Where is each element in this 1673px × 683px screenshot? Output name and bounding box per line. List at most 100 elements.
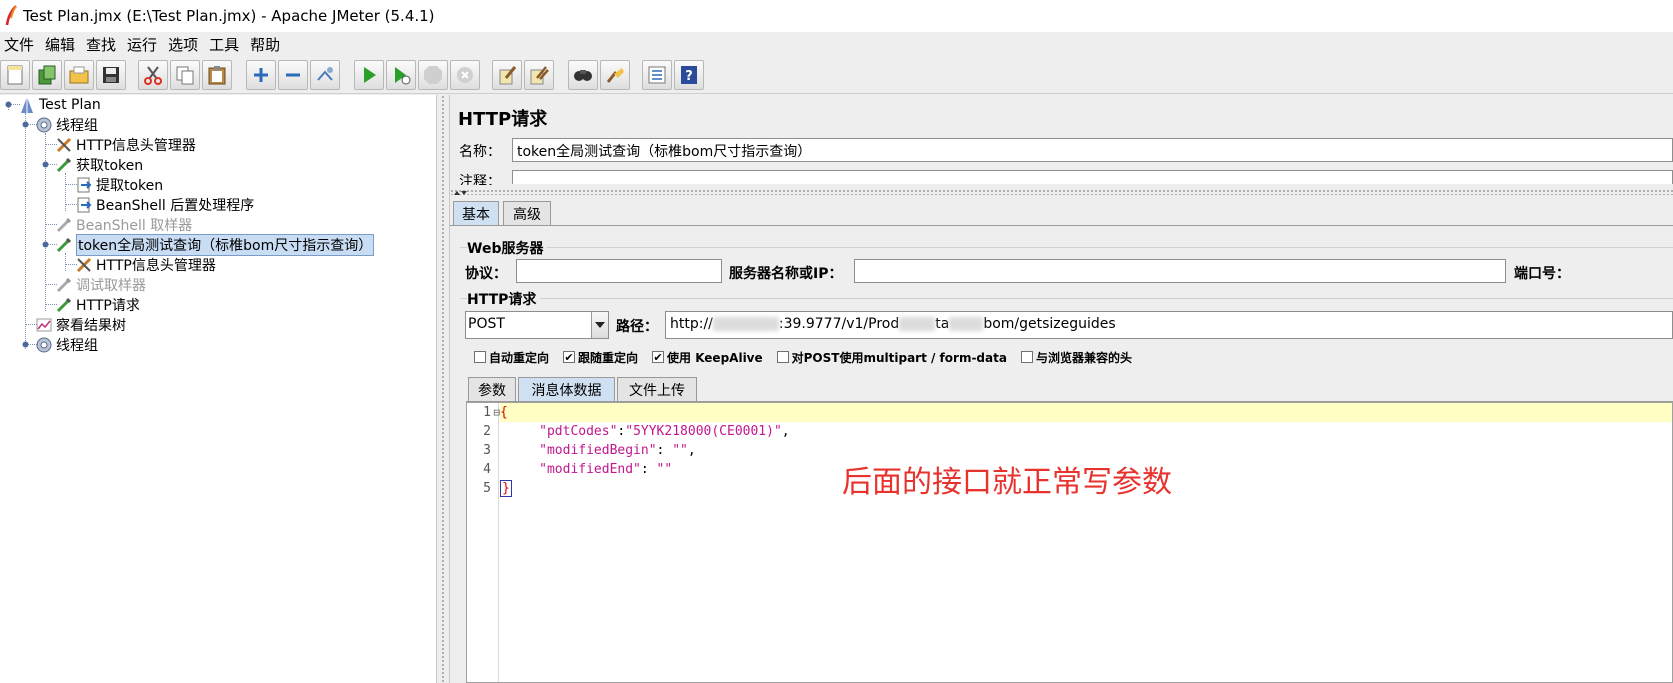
tab-body-data[interactable]: 消息体数据 <box>518 377 615 401</box>
tree-item-view-results-tree[interactable]: 察看结果树 <box>35 315 126 335</box>
method-select[interactable]: POST <box>465 311 609 339</box>
expand-toggle-icon[interactable] <box>41 160 50 169</box>
tree-item-header-manager-2[interactable]: HTTP信息头管理器 <box>75 255 216 275</box>
code-line: } <box>500 480 512 497</box>
tree-item-token-global-query[interactable]: token全局测试查询（标椎bom尺寸指示查询） <box>55 234 375 256</box>
menu-edit[interactable]: 编辑 <box>41 34 82 55</box>
clear-all-button[interactable] <box>524 60 554 90</box>
browser-headers-checkbox[interactable]: 与浏览器兼容的头 <box>1020 349 1132 366</box>
post-processor-icon <box>75 196 93 214</box>
gear-icon <box>35 336 53 354</box>
tree-item-beanshell-sampler[interactable]: BeanShell 取样器 <box>55 215 192 235</box>
sampler-pipette-icon <box>55 276 73 294</box>
function-helper-button[interactable] <box>642 60 672 90</box>
search-icon <box>574 70 592 81</box>
sampler-pipette-icon <box>55 236 73 254</box>
protocol-input[interactable] <box>516 259 722 283</box>
start-button[interactable] <box>354 60 384 90</box>
sampler-pipette-icon <box>55 216 73 234</box>
menu-tools[interactable]: 工具 <box>205 34 246 55</box>
collapse-toggle-icon[interactable] <box>21 340 30 349</box>
start-no-pause-icon <box>395 67 411 85</box>
clear-button[interactable] <box>492 60 522 90</box>
cut-icon <box>144 66 162 85</box>
collapse-arrows-icon[interactable] <box>453 189 467 197</box>
keepalive-checkbox[interactable]: ✔ 使用 KeepAlive <box>652 349 763 366</box>
help-button[interactable]: ? <box>674 60 704 90</box>
chevron-down-icon[interactable] <box>591 312 608 338</box>
search-button[interactable] <box>568 60 598 90</box>
expand-toggle-icon[interactable] <box>41 240 50 249</box>
tree-item-http-request[interactable]: HTTP请求 <box>55 295 140 315</box>
checkbox-checked[interactable]: ✔ <box>652 351 665 363</box>
new-button[interactable] <box>0 60 30 90</box>
templates-button[interactable] <box>32 60 62 90</box>
checkbox-box[interactable] <box>474 351 486 363</box>
new-icon <box>7 65 23 85</box>
code-line: { <box>500 405 508 420</box>
test-plan-icon <box>18 96 36 114</box>
tree-item-get-token[interactable]: 获取token <box>55 155 143 175</box>
start-no-pause-button[interactable] <box>386 60 416 90</box>
tree-item-thread-group[interactable]: 线程组 <box>35 115 98 135</box>
tab-parameters[interactable]: 参数 <box>468 377 516 401</box>
tree-item-header-manager[interactable]: HTTP信息头管理器 <box>55 135 196 155</box>
tab-files-upload[interactable]: 文件上传 <box>617 377 697 401</box>
web-server-group-title: Web服务器 <box>467 238 548 258</box>
menu-file[interactable]: 文件 <box>0 34 41 55</box>
tree-item-beanshell-post-processor[interactable]: BeanShell 后置处理程序 <box>75 195 254 215</box>
open-button[interactable] <box>64 60 94 90</box>
tree-item-test-plan[interactable]: Test Plan <box>18 95 101 115</box>
test-plan-tree: Test Plan 线程组 HTTP信息头管理器 获取token 提取token… <box>0 95 436 683</box>
toggle-button[interactable] <box>310 60 340 90</box>
help-icon: ? <box>681 66 697 84</box>
cut-button[interactable] <box>138 60 168 90</box>
panel-splitter[interactable] <box>436 95 450 683</box>
collapse-icon <box>286 73 300 77</box>
divider-stripe <box>450 189 1673 195</box>
comment-input[interactable] <box>512 170 1673 184</box>
name-input[interactable]: token全局测试查询（标椎bom尺寸指示查询） <box>512 138 1673 162</box>
path-input[interactable]: http://:39.9777/v1/Prod ta bom/getsizeguid… <box>665 311 1673 339</box>
stop-button[interactable] <box>418 60 448 90</box>
collapse-all-button[interactable] <box>278 60 308 90</box>
tree-item-thread-group-2[interactable]: 线程组 <box>35 335 98 355</box>
menu-run[interactable]: 运行 <box>123 34 164 55</box>
tree-item-extract-token[interactable]: 提取token <box>75 175 163 195</box>
checkbox-box[interactable] <box>1020 351 1033 363</box>
server-input[interactable] <box>854 259 1506 283</box>
copy-icon <box>176 66 194 85</box>
copy-button[interactable] <box>170 60 200 90</box>
code-line: "modifiedBegin": "", <box>539 443 696 458</box>
paste-button[interactable] <box>202 60 232 90</box>
tree-item-debug-sampler[interactable]: 调试取样器 <box>55 275 146 295</box>
tab-basic[interactable]: 基本 <box>453 201 499 225</box>
fold-icon[interactable]: ⊟ <box>490 403 500 422</box>
save-button[interactable] <box>96 60 126 90</box>
auto-redirect-checkbox[interactable]: 自动重定向 <box>474 349 549 366</box>
start-icon <box>364 67 376 83</box>
expand-toggle-icon[interactable] <box>4 100 13 109</box>
wrench-icon <box>55 136 73 154</box>
menu-search[interactable]: 查找 <box>82 34 123 55</box>
sampler-pipette-icon <box>55 156 73 174</box>
expand-all-button[interactable] <box>246 60 276 90</box>
path-label: 路径： <box>616 319 658 335</box>
shutdown-button[interactable] <box>450 60 480 90</box>
shutdown-icon <box>457 67 473 83</box>
follow-redirect-checkbox[interactable]: ✔ 跟随重定向 <box>563 349 638 366</box>
save-icon <box>103 67 119 83</box>
menu-help[interactable]: 帮助 <box>246 34 287 55</box>
menu-options[interactable]: 选项 <box>164 34 205 55</box>
expand-icon <box>254 68 268 82</box>
annotation-text: 后面的接口就正常写参数 <box>842 465 1172 500</box>
reset-search-button[interactable] <box>600 60 630 90</box>
open-icon <box>69 66 89 84</box>
multipart-checkbox[interactable]: 对POST使用multipart / form-data <box>776 349 1007 366</box>
checkbox-checked[interactable]: ✔ <box>563 351 576 363</box>
expand-toggle-icon[interactable] <box>21 120 30 129</box>
tab-advanced[interactable]: 高级 <box>503 201 551 225</box>
panel-title: HTTP请求 <box>458 109 548 130</box>
checkbox-box[interactable] <box>776 351 789 363</box>
body-data-editor[interactable]: 1 2 3 4 5 ⊟ { "pdtCodes":"5YYK218000(CE0… <box>466 402 1673 683</box>
